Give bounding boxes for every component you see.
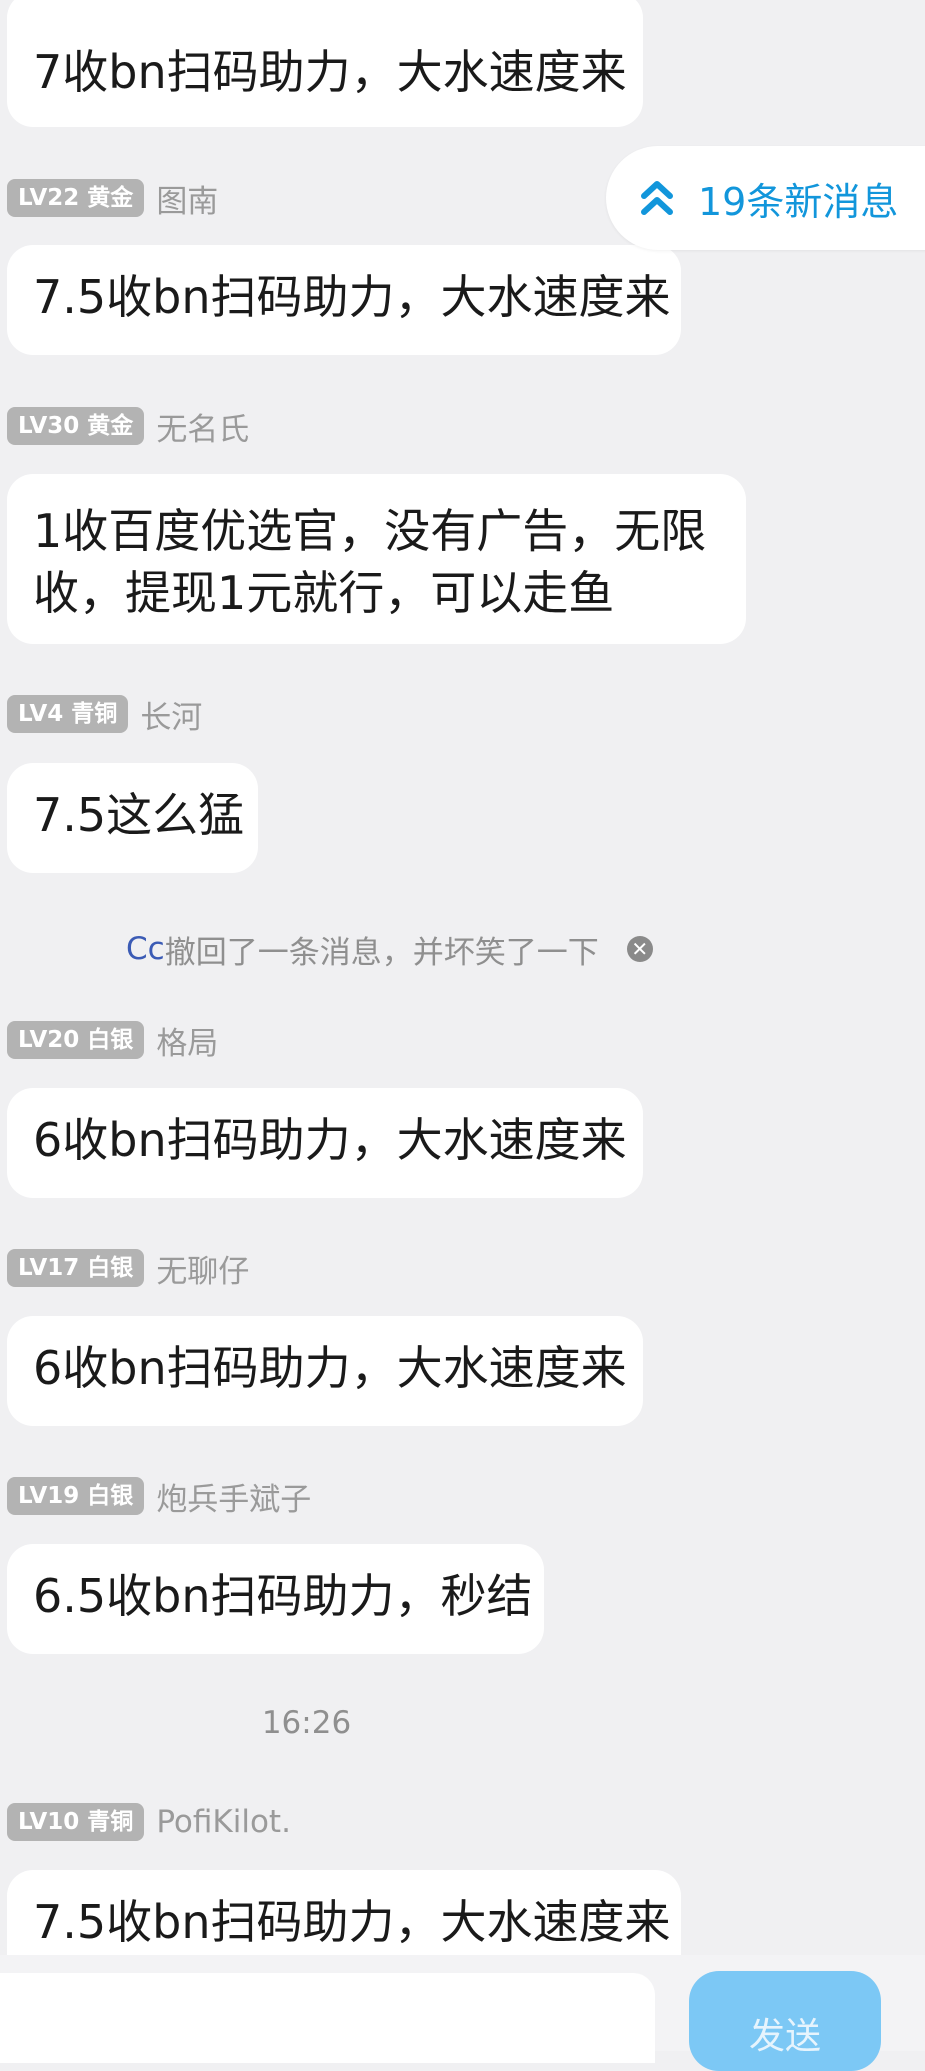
sender-name[interactable]: 长河 <box>140 692 202 737</box>
message-sender: LV4 青铜 长河 <box>7 695 202 736</box>
level-badge: LV20 白银 <box>7 1021 145 1059</box>
sender-name[interactable]: 无名氏 <box>156 404 249 449</box>
message-text: 7.5这么猛 <box>33 788 245 842</box>
chat-message-list[interactable]: 7收bn扫码助力，大水速度来 LV22 黄金 图南 7.5收bn扫码助力，大水速… <box>0 0 925 1955</box>
sender-name[interactable]: 格局 <box>156 1018 218 1063</box>
send-button[interactable]: 发送 <box>689 1971 881 2071</box>
message-text: 7.5收bn扫码助力，大水速度来 <box>33 270 671 324</box>
message-bubble[interactable]: 7.5收bn扫码助力，大水速度来 <box>7 245 681 355</box>
level-badge: LV22 黄金 <box>7 179 145 217</box>
double-chevron-up-icon <box>641 181 673 215</box>
message-sender: LV30 黄金 无名氏 <box>7 407 249 448</box>
sender-name[interactable]: 图南 <box>156 176 218 221</box>
message-text: 6收bn扫码助力，大水速度来 <box>33 1113 627 1167</box>
message-text: 1收百度优选官，没有广告，无限收，提现1元就行，可以走鱼 <box>33 504 707 620</box>
level-badge: LV10 青铜 <box>7 1803 145 1841</box>
level-badge: LV19 白银 <box>7 1477 145 1515</box>
time-divider: 16:26 <box>261 1705 352 1741</box>
message-bubble[interactable]: 6收bn扫码助力，大水速度来 <box>7 1088 643 1198</box>
level-badge: LV17 白银 <box>7 1249 145 1287</box>
level-badge: LV30 黄金 <box>7 407 145 445</box>
sender-name[interactable]: 炮兵手斌子 <box>156 1474 311 1519</box>
message-input[interactable] <box>0 1973 655 2063</box>
new-messages-button[interactable]: 19条新消息 <box>606 146 925 250</box>
sender-name[interactable]: 无聊仔 <box>156 1246 249 1291</box>
recall-notice: Cc 撤回了一条消息，并坏笑了一下 ✕ <box>126 929 653 971</box>
message-sender: LV17 白银 无聊仔 <box>7 1249 249 1290</box>
composer-bar: 发送 <box>0 1955 925 2071</box>
message-sender: LV10 青铜 PofiKilot. <box>7 1803 291 1841</box>
sender-name[interactable]: PofiKilot. <box>156 1804 291 1840</box>
message-sender: LV22 黄金 图南 <box>7 179 218 220</box>
message-bubble[interactable]: 6.5收bn扫码助力，秒结 <box>7 1544 544 1654</box>
recall-text: 撤回了一条消息，并坏笑了一下 <box>164 934 599 971</box>
message-bubble[interactable]: 6收bn扫码助力，大水速度来 <box>7 1316 643 1426</box>
recall-user[interactable]: Cc <box>126 931 165 967</box>
message-sender: LV19 白银 炮兵手斌子 <box>7 1477 311 1518</box>
new-messages-label: 19条新消息 <box>698 179 899 224</box>
message-bubble[interactable]: 7.5这么猛 <box>7 763 258 873</box>
message-text: 6.5收bn扫码助力，秒结 <box>33 1569 533 1623</box>
message-text: 7.5收bn扫码助力，大水速度来 <box>33 1895 671 1949</box>
message-bubble[interactable]: 7收bn扫码助力，大水速度来 <box>7 0 643 127</box>
message-bubble[interactable]: 7.5收bn扫码助力，大水速度来 <box>7 1870 681 1955</box>
message-bubble[interactable]: 1收百度优选官，没有广告，无限收，提现1元就行，可以走鱼 <box>7 474 746 644</box>
message-sender: LV20 白银 格局 <box>7 1021 218 1062</box>
message-text: 6收bn扫码助力，大水速度来 <box>33 1341 627 1395</box>
close-icon[interactable]: ✕ <box>626 936 653 962</box>
level-badge: LV4 青铜 <box>7 695 129 733</box>
message-text: 7收bn扫码助力，大水速度来 <box>33 45 627 99</box>
